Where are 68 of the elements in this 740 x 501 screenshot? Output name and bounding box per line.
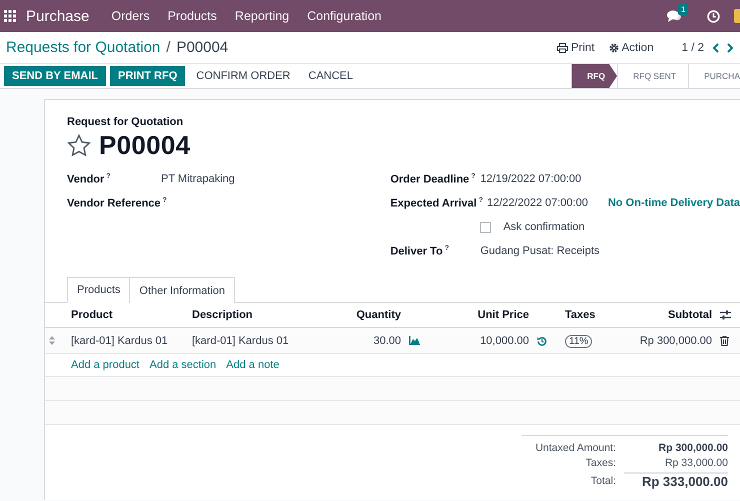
field-label: Vendor Reference $^{?}$ <box>67 196 168 210</box>
menu-item[interactable]: Configuration <box>307 9 382 23</box>
field-label: Expected Arrival $^{?}$ <box>390 196 484 210</box>
field-value[interactable]: 12/22/2022 07:00:00 <box>487 197 588 209</box>
breadcrumb-separator: / <box>166 39 170 56</box>
menu-item[interactable]: Orders <box>111 9 150 23</box>
tab[interactable]: Other Information <box>129 277 236 303</box>
gear-icon <box>608 42 619 52</box>
column-header[interactable]: Taxes <box>561 309 621 321</box>
forecast-chart-icon[interactable] <box>409 336 420 345</box>
total-label: Total: <box>590 474 616 486</box>
breadcrumb-current: P00004 <box>176 39 228 56</box>
checkbox[interactable] <box>480 222 492 232</box>
action-link-button[interactable]: CANCEL <box>301 66 360 86</box>
column-header[interactable]: Description <box>188 309 338 321</box>
total-value: Rp 33,000.00 <box>664 456 728 468</box>
total-label: Untaxed Amount: <box>534 442 616 454</box>
history-icon[interactable] <box>537 336 547 346</box>
action-link-button[interactable]: CONFIRM ORDER <box>189 66 298 86</box>
apps-menu-icon[interactable] <box>4 10 16 22</box>
field-label: Vendor $^{?}$ <box>67 172 112 186</box>
table-cell-text: [kard-01] Kardus 01 <box>70 334 169 346</box>
field-label: Order Deadline $^{?}$ <box>390 172 476 186</box>
menu-item[interactable]: Products <box>168 9 217 23</box>
column-header[interactable]: Product <box>67 309 188 321</box>
message-count-badge: 1 <box>678 4 688 15</box>
field-label: Deliver To $^{?}$ <box>390 244 450 258</box>
field-value[interactable]: Gudang Pusat: Receipts <box>480 245 600 257</box>
action-button[interactable]: Action <box>608 42 654 54</box>
previous-icon[interactable] <box>712 42 720 52</box>
total-label: Taxes: <box>584 456 616 468</box>
form-subtitle: Request for Quotation <box>67 116 184 128</box>
table-cell-text: [kard-01] Kardus 01 <box>191 334 290 346</box>
table-cell-text: 30.00 <box>372 334 402 346</box>
column-settings-icon[interactable] <box>720 310 731 320</box>
add-line-link[interactable]: Add a section <box>150 359 216 371</box>
column-header[interactable]: Unit Price <box>433 309 533 321</box>
drag-handle-icon[interactable] <box>49 336 55 345</box>
clock-icon[interactable] <box>707 10 720 22</box>
total-value: Rp 333,000.00 <box>624 472 728 489</box>
primary-button[interactable]: PRINT RFQ <box>110 66 186 86</box>
column-header[interactable]: Subtotal <box>621 309 716 321</box>
checkbox-label: Ask confirmation <box>503 221 585 233</box>
add-line-link[interactable]: Add a product <box>71 359 140 371</box>
field-value[interactable]: PT Mitrapaking <box>161 173 235 185</box>
star-icon[interactable] <box>67 134 91 157</box>
menu-item[interactable]: Reporting <box>234 9 290 23</box>
table-cell-text: 10,000.00 <box>479 334 530 346</box>
primary-button[interactable]: SEND BY EMAIL <box>4 66 106 86</box>
record-title: P00004 <box>99 130 190 161</box>
total-value: Rp 300,000.00 <box>658 442 728 454</box>
print-button[interactable]: Print <box>556 42 595 54</box>
status-step[interactable]: RFQ <box>571 64 618 88</box>
chat-icon[interactable] <box>667 10 681 22</box>
status-step[interactable]: PURCHA <box>688 64 740 88</box>
tab[interactable]: Products <box>67 277 130 303</box>
table-cell-text: Rp 300,000.00 <box>638 334 713 346</box>
next-icon[interactable] <box>726 42 734 52</box>
add-line-link[interactable]: Add a note <box>226 359 280 371</box>
printer-icon <box>556 42 568 52</box>
field-value[interactable]: 12/19/2022 07:00:00 <box>480 173 582 185</box>
delivery-info-link[interactable]: No On-time Delivery Data <box>608 197 740 209</box>
column-header[interactable]: Quantity <box>338 309 405 321</box>
app-name[interactable]: Purchase <box>26 8 90 24</box>
pager-value: 1 / 2 <box>682 42 704 54</box>
trash-icon[interactable] <box>720 336 729 346</box>
tax-tag: 11% <box>565 334 592 348</box>
breadcrumb-link[interactable]: Requests for Quotation <box>6 39 160 56</box>
